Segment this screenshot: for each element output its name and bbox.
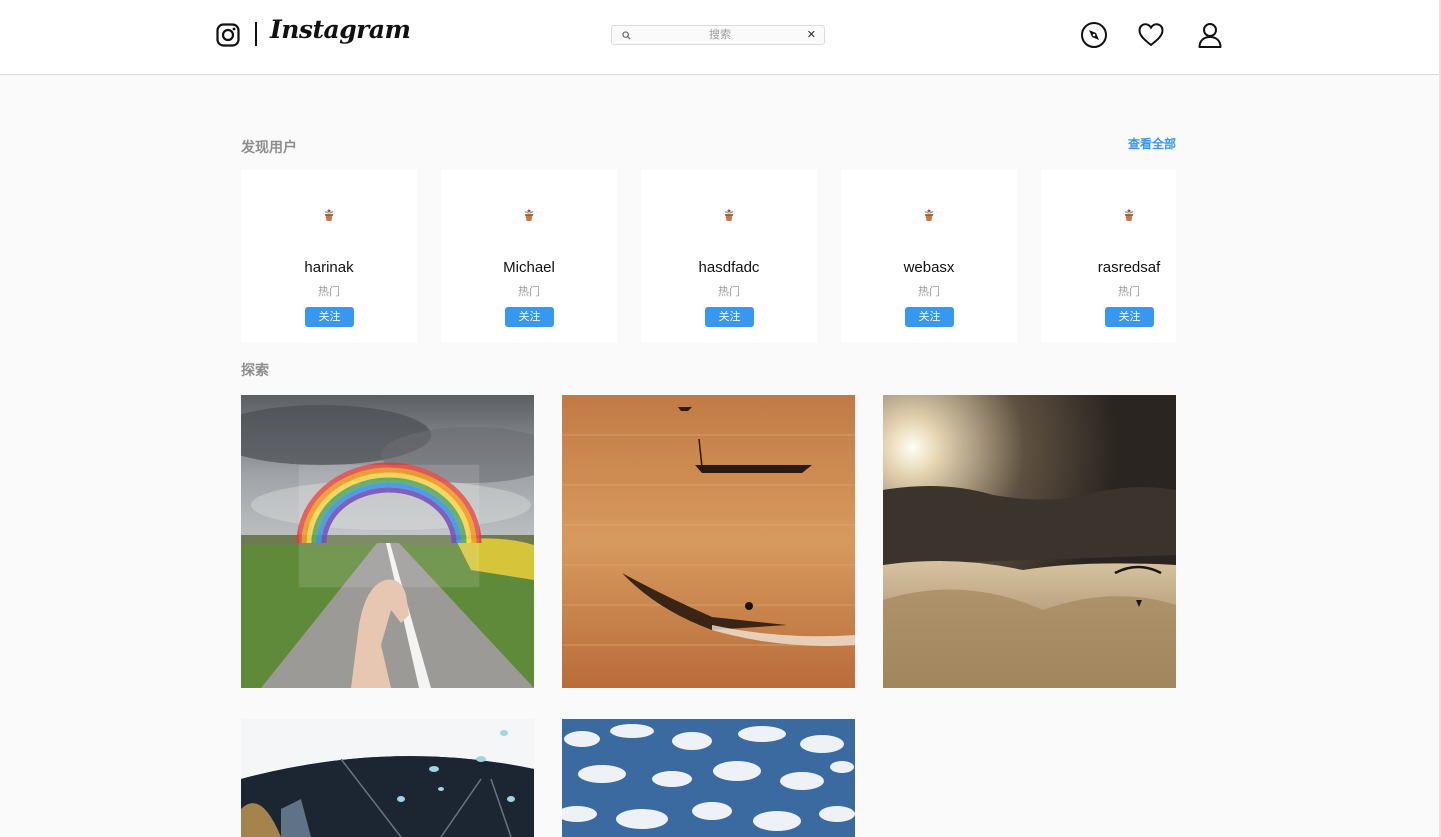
logo-divider [255, 22, 257, 46]
follow-button[interactable]: 关注 [1105, 307, 1154, 327]
clear-search-icon[interactable]: ✕ [807, 27, 816, 43]
plant-avatar-icon[interactable] [923, 208, 935, 222]
user-card: hasdfadc 热门 关注 [641, 170, 817, 342]
user-name[interactable]: Michael [441, 259, 617, 276]
follow-button[interactable]: 关注 [705, 307, 754, 327]
user-name[interactable]: rasredsaf [1041, 259, 1176, 276]
profile-icon[interactable] [1196, 21, 1224, 49]
explore-photo-paraglider-fog[interactable] [883, 395, 1176, 688]
user-card: rasredsaf 热门 关注 [1041, 170, 1176, 342]
user-name[interactable]: harinak [241, 259, 417, 276]
explore-title: 探索 [241, 362, 269, 378]
user-name[interactable]: hasdfadc [641, 259, 817, 276]
search-box[interactable]: ✕ [611, 25, 825, 45]
explore-photo-cloudy-sky[interactable] [562, 719, 855, 837]
see-all-link[interactable]: 查看全部 [1100, 135, 1176, 152]
compass-icon[interactable] [1080, 21, 1108, 49]
search-icon [622, 31, 631, 40]
user-tag: 热门 [718, 286, 740, 298]
heart-icon[interactable] [1137, 21, 1165, 49]
user-tag: 热门 [518, 286, 540, 298]
user-card: Michael 热门 关注 [441, 170, 617, 342]
follow-button[interactable]: 关注 [905, 307, 954, 327]
user-name[interactable]: webasx [841, 259, 1017, 276]
discover-users-title: 发现用户 [241, 139, 297, 155]
suggested-users-carousel: harinak 热门 关注 Michael 热门 关注 hasdfadc 热门 … [241, 170, 1176, 342]
explore-photo-glass-ceiling[interactable] [241, 719, 534, 837]
user-tag: 热门 [918, 286, 940, 298]
explore-photo-boats-sunset[interactable] [562, 395, 855, 688]
instagram-wordmark[interactable]: Instagram [270, 15, 411, 44]
plant-avatar-icon[interactable] [523, 208, 535, 222]
plant-avatar-icon[interactable] [323, 208, 335, 222]
follow-button[interactable]: 关注 [305, 307, 354, 327]
plant-avatar-icon[interactable] [1123, 208, 1135, 222]
user-card: harinak 热门 关注 [241, 170, 417, 342]
explore-photo-rainbow-road[interactable] [241, 395, 534, 688]
top-navigation-bar: Instagram ✕ [0, 0, 1439, 75]
search-input[interactable] [636, 26, 804, 44]
user-tag: 热门 [318, 286, 340, 298]
follow-button[interactable]: 关注 [505, 307, 554, 327]
user-card: webasx 热门 关注 [841, 170, 1017, 342]
plant-avatar-icon[interactable] [723, 208, 735, 222]
instagram-camera-icon[interactable] [216, 23, 240, 47]
user-tag: 热门 [1118, 286, 1140, 298]
